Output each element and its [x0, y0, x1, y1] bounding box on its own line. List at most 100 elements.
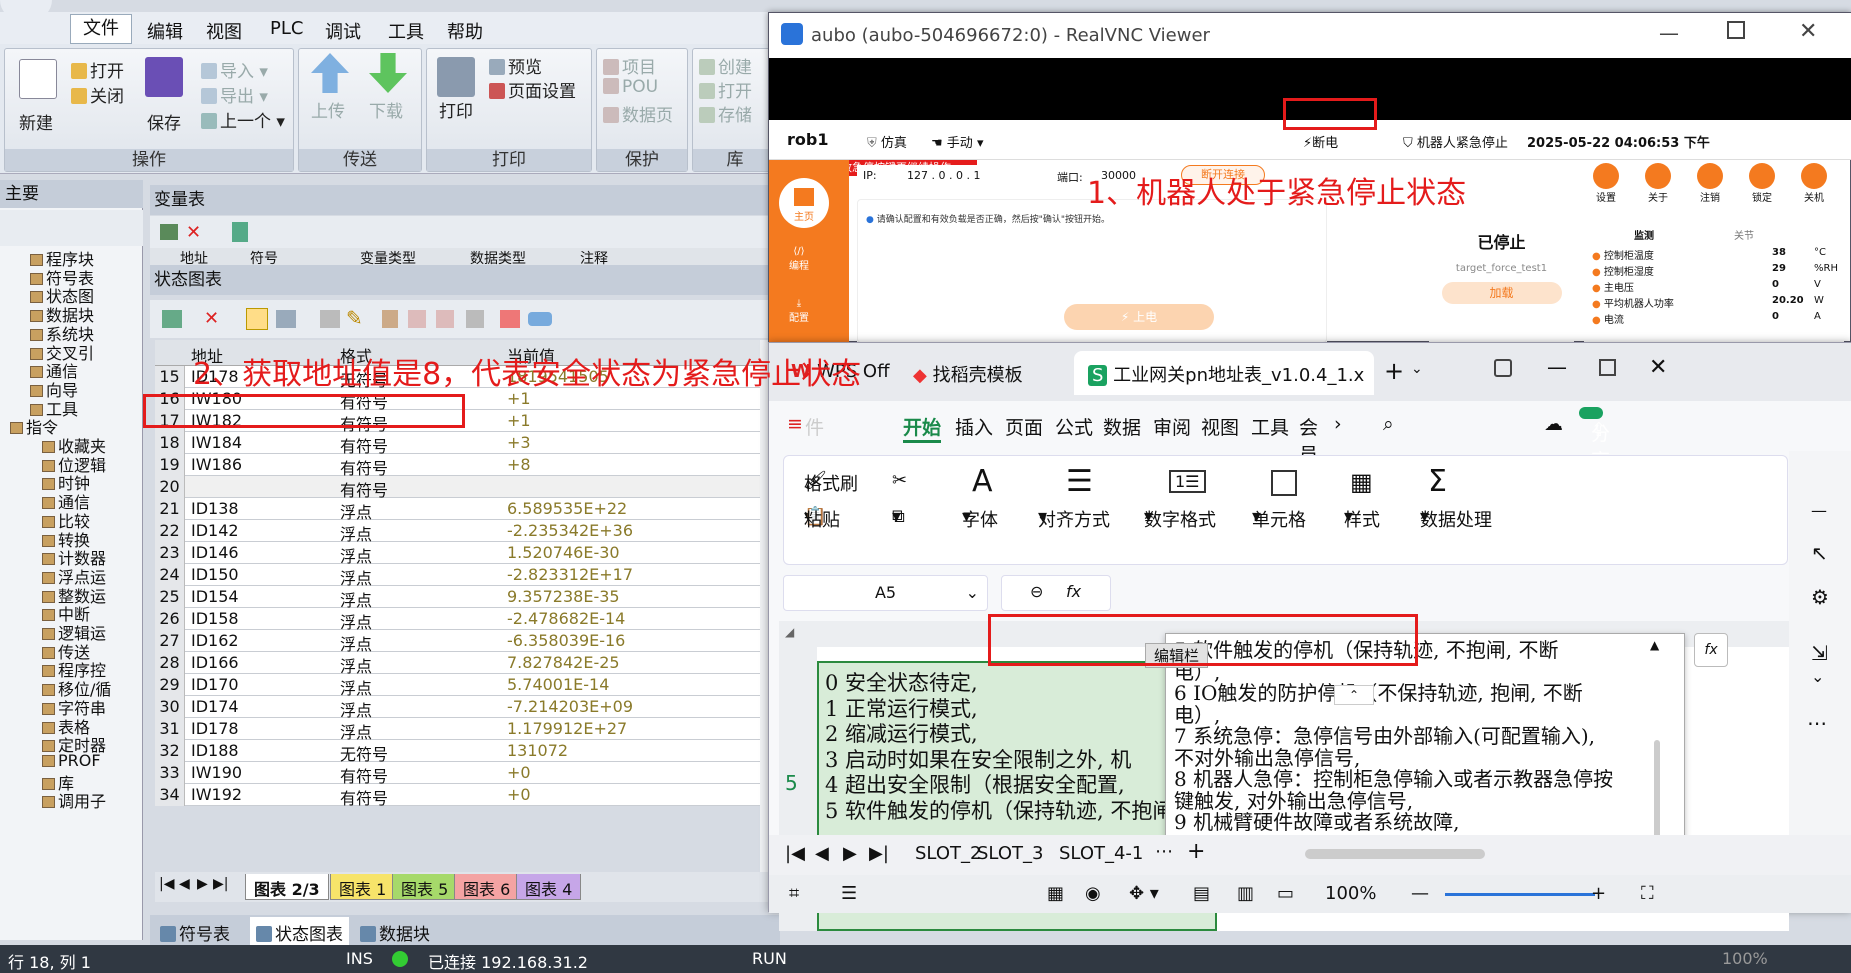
outline-icon[interactable]: ☰	[841, 883, 857, 904]
aubo-action-2[interactable]: 注销	[1688, 163, 1732, 204]
zoom-slider[interactable]	[1445, 893, 1595, 896]
value-cell[interactable]: 1.179912E+27	[507, 719, 627, 738]
add-sheet-icon[interactable]: +	[1187, 839, 1205, 864]
add-row-icon[interactable]	[162, 310, 182, 328]
pou-protect-button[interactable]: POU	[603, 77, 658, 97]
tab-status-chart[interactable]: 状态图表	[250, 917, 349, 948]
sheet-tab-chart-6[interactable]: 图表 6	[454, 874, 520, 900]
value-cell[interactable]: +8	[507, 455, 531, 474]
adjust-icon[interactable]: ⚙	[1811, 585, 1829, 609]
table-row[interactable]: 32 ID188 无符号 131072	[155, 740, 780, 764]
open-library-button[interactable]: 打开	[699, 77, 752, 102]
table-style-icon[interactable]: ▦	[1047, 883, 1064, 904]
store-library-button[interactable]: 存储	[699, 101, 752, 126]
table-row[interactable]: 26 ID158 浮点 -2.478682E-14	[155, 608, 780, 632]
sheet-prev-icon[interactable]: ◀	[815, 843, 829, 864]
name-box[interactable]: A5 ⌄	[783, 575, 988, 611]
create-library-button[interactable]: 创建	[699, 53, 752, 78]
fullscreen-icon[interactable]: ⛶	[1641, 883, 1654, 904]
menu-insert[interactable]: 插入	[955, 413, 993, 440]
value-cell[interactable]: -2.235342E+36	[507, 521, 633, 540]
file-menu-stub[interactable]: 件	[805, 413, 824, 440]
menu-view[interactable]: 视图	[206, 18, 242, 44]
home-nav-item[interactable]: 主页	[779, 178, 829, 228]
value-cell[interactable]: -7.214203E+09	[507, 697, 633, 716]
address-cell[interactable]: ID146	[191, 543, 239, 562]
close-icon[interactable]: ✕	[1799, 19, 1817, 44]
wps-minimize-icon[interactable]: —	[1547, 355, 1567, 379]
menu-help[interactable]: 帮助	[447, 18, 483, 44]
table-row[interactable]: 28 ID166 浮点 7.827842E-25	[155, 652, 780, 676]
cloud-upload-icon[interactable]: ☁	[1544, 413, 1563, 435]
status-icon[interactable]: ⌗	[789, 883, 799, 904]
delete-row-icon[interactable]: ✕	[186, 222, 201, 243]
menu-edit[interactable]: 编辑	[147, 18, 183, 44]
table-row[interactable]: 25 ID154 浮点 9.357238E-35	[155, 586, 780, 610]
import-button[interactable]: 导入 ▾	[201, 57, 268, 82]
fx-icon[interactable]: fx	[1066, 582, 1081, 601]
previous-button[interactable]: 上一个 ▾	[201, 107, 285, 132]
trend-chart-icon[interactable]	[500, 310, 520, 328]
tab-symbol-table[interactable]: 符号表	[160, 920, 230, 945]
crosshair-icon[interactable]: ✥ ▾	[1129, 883, 1159, 904]
table-row[interactable]: 31 ID178 浮点 1.179912E+27	[155, 718, 780, 742]
close-button[interactable]: 关闭	[71, 82, 124, 107]
table-row[interactable]: 19 IW186 有符号 +8	[155, 454, 780, 478]
monitor-tab[interactable]: 监测	[1634, 227, 1654, 242]
cell-button[interactable]: 单元格 ▾	[1252, 506, 1306, 531]
table-row[interactable]: 22 ID142 浮点 -2.235342E+36	[155, 520, 780, 544]
open-button[interactable]: 打开	[71, 57, 124, 82]
sheet-first-icon[interactable]: |◀	[785, 843, 805, 864]
align-button[interactable]: 对齐方式 ▾	[1038, 506, 1110, 531]
value-cell[interactable]: 1.520746E-30	[507, 543, 620, 562]
horizontal-scrollbar[interactable]	[1305, 849, 1485, 859]
lock-icon[interactable]	[382, 310, 398, 328]
data-page-protect-button[interactable]: 数据页	[603, 101, 673, 126]
side-collapse-icon[interactable]: —	[1811, 501, 1827, 520]
eye-protect-icon[interactable]: ◉	[1085, 883, 1101, 904]
sheet-next-icon[interactable]: ▶	[843, 843, 857, 864]
table-row[interactable]: 33 IW190 有符号 +0	[155, 762, 780, 786]
aubo-action-4[interactable]: 关机	[1792, 163, 1836, 204]
export-button[interactable]: 导出 ▾	[201, 82, 268, 107]
sheet-tab-slot-2[interactable]: SLOT_2	[915, 843, 981, 864]
address-cell[interactable]: IW186	[191, 455, 242, 474]
expand-formula-icon[interactable]: fx	[1694, 633, 1728, 667]
value-cell[interactable]: 9.357238E-35	[507, 587, 620, 606]
table-row[interactable]: 27 ID162 浮点 -6.358039E-16	[155, 630, 780, 654]
select-pointer-icon[interactable]: ↖	[1811, 541, 1828, 565]
aubo-action-3[interactable]: 锁定	[1740, 163, 1784, 204]
menu-home[interactable]: 开始	[903, 413, 942, 443]
simulation-toggle[interactable]: ⛨ 仿真	[867, 132, 907, 151]
menu-formula[interactable]: 公式	[1055, 413, 1093, 440]
config-nav-item[interactable]: ⤓ 配置	[789, 298, 809, 324]
address-cell[interactable]: ID174	[191, 697, 239, 716]
new-tab-icon[interactable]: +	[1384, 357, 1404, 385]
value-cell[interactable]: +0	[507, 763, 531, 782]
menu-plc[interactable]: PLC	[270, 18, 303, 39]
address-cell[interactable]: ID188	[191, 741, 239, 760]
manual-mode-dropdown[interactable]: ☚ 手动 ▾	[931, 132, 983, 151]
table-row[interactable]: 23 ID146 浮点 1.520746E-30	[155, 542, 780, 566]
zoom-formula-icon[interactable]: ⊖	[1030, 582, 1043, 601]
address-cell[interactable]: ID138	[191, 499, 239, 518]
copy-button[interactable]: ⧉ ▾	[892, 506, 905, 527]
menu-review[interactable]: 审阅	[1153, 413, 1191, 440]
address-cell[interactable]: ID150	[191, 565, 239, 584]
value-cell[interactable]: +1	[507, 411, 531, 430]
wps-close-icon[interactable]: ✕	[1649, 355, 1667, 380]
tree-item[interactable]: 调用子	[42, 788, 106, 812]
maximize-icon[interactable]	[1727, 21, 1745, 39]
zoom-in-icon[interactable]: +	[1591, 883, 1606, 904]
zoom-out-icon[interactable]: —	[1411, 883, 1429, 904]
menu-data[interactable]: 数据	[1103, 413, 1141, 440]
value-cell[interactable]: -2.823312E+17	[507, 565, 633, 584]
write-icon[interactable]	[320, 310, 340, 328]
table-row[interactable]: 20 有符号	[155, 476, 780, 500]
aubo-action-1[interactable]: 关于	[1636, 163, 1680, 204]
minimize-icon[interactable]: —	[1659, 21, 1679, 45]
menu-view[interactable]: 视图	[1201, 413, 1239, 440]
collapse-popup-icon[interactable]: ⌃	[1334, 685, 1374, 705]
menu-more-icon[interactable]: ›	[1334, 413, 1342, 435]
table-row[interactable]: 34 IW192 有符号 +0	[155, 784, 780, 808]
